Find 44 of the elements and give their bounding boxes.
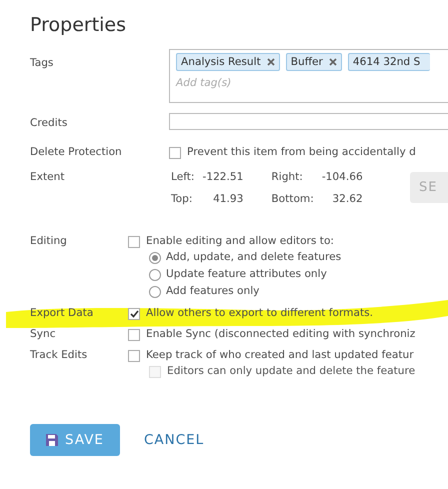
radio-label: Add, update, and delete features [166, 251, 342, 263]
tag-chip[interactable]: Buffer [286, 53, 342, 71]
radio-button[interactable] [149, 252, 161, 264]
checkbox[interactable] [128, 350, 140, 362]
checkbox-label: Editors can only update and delete the feature [167, 365, 416, 377]
extent-value: 41.93 [212, 193, 244, 205]
checkbox[interactable] [128, 329, 140, 341]
radio-label: Update feature attributes only [166, 268, 327, 280]
credits-field[interactable] [169, 113, 448, 130]
checkbox[interactable] [128, 236, 140, 248]
field-label: Delete Protection [30, 146, 123, 158]
extent-label: Top: [171, 193, 194, 205]
radio-button[interactable] [149, 286, 161, 298]
extent-value: -104.66 [322, 171, 363, 183]
field-label: Editing [30, 235, 68, 247]
field-label: Extent [30, 171, 66, 183]
field-label: Sync [30, 328, 57, 340]
tag-placeholder: Add tag(s) [176, 77, 232, 89]
checkbox[interactable] [128, 308, 140, 320]
radio-button[interactable] [149, 269, 161, 281]
close-icon[interactable] [266, 58, 275, 66]
tag-chip[interactable]: 4614 32nd S [348, 53, 430, 71]
section-title: Properties [30, 14, 128, 36]
checkbox[interactable] [169, 147, 181, 159]
cancel-link[interactable]: CANCEL [144, 432, 204, 448]
close-icon[interactable] [328, 58, 337, 66]
checkbox-label: Keep track of who created and last updated featur [146, 349, 414, 361]
radio-label: Add features only [166, 285, 260, 297]
extent-value: 32.62 [331, 193, 363, 205]
checkbox-label: Enable Sync (disconnected editing with synchroniz [146, 328, 416, 340]
checkbox-label: Allow others to export to different formats. [146, 307, 374, 319]
save-icon [46, 434, 58, 446]
checkbox-label: Enable editing and allow editors to: [146, 235, 334, 247]
tag-chip[interactable]: Analysis Result [176, 53, 280, 71]
extent-label: Right: [271, 171, 304, 183]
extent-label: Left: [171, 171, 194, 183]
field-label: Export Data [30, 307, 94, 319]
field-label: Credits [30, 117, 68, 129]
tags-field[interactable]: Analysis Result Buffer 4614 32nd S Add tag(s) [169, 49, 448, 103]
extent-value: -122.51 [202, 171, 244, 183]
checkbox-label: Prevent this item from being accidentally d [187, 146, 416, 158]
field-label: Tags [30, 57, 54, 69]
extent-label: Bottom: [271, 193, 314, 205]
field-label: Track Edits [30, 349, 88, 361]
